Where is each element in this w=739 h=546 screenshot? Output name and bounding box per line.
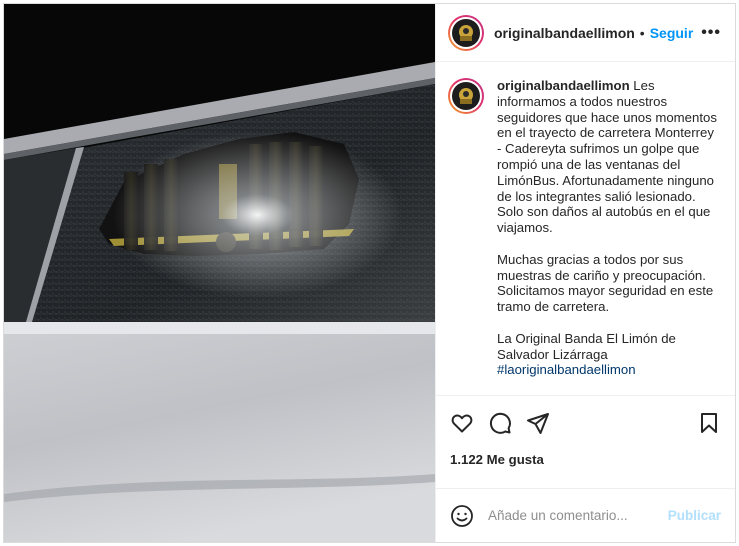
caption-body-1: Les informamos a todos nuestros seguidor… xyxy=(497,78,721,236)
caption-avatar[interactable] xyxy=(448,78,484,114)
caption-paragraph-3: La Original Banda El Limón de Salvador L… xyxy=(497,331,721,378)
caption-username[interactable]: originalbandaellimon xyxy=(497,78,630,93)
caption-paragraph-2b: Solicitamos mayor seguridad en este tram… xyxy=(497,283,721,315)
caption-body-2a: Muchas gracias a todos por sus muestras … xyxy=(497,251,706,283)
caption-paragraph-1: originalbandaellimon Les informamos a to… xyxy=(497,78,721,236)
action-icons-row xyxy=(450,408,721,438)
paper-plane-icon[interactable] xyxy=(526,411,550,435)
comment-bar: Publicar xyxy=(436,488,735,542)
post-sidebar: originalbandaellimon • Seguir ••• origin… xyxy=(435,4,735,542)
hashtag-link[interactable]: #laoriginalbandaellimon xyxy=(497,362,636,377)
more-options-icon[interactable]: ••• xyxy=(701,24,721,42)
likes-count[interactable]: 1.122 Me gusta xyxy=(450,452,721,467)
caption-body-2b: Solicitamos mayor seguridad en este tram… xyxy=(497,283,717,315)
caption-paragraph-2: Muchas gracias a todos por sus muestras … xyxy=(497,252,721,284)
post-photo[interactable] xyxy=(4,4,435,542)
band-logo-avatar-icon xyxy=(450,80,482,112)
comment-bubble-icon[interactable] xyxy=(488,411,512,435)
comment-input[interactable] xyxy=(488,508,668,523)
header-username[interactable]: originalbandaellimon xyxy=(494,25,635,41)
caption-text: originalbandaellimon Les informamos a to… xyxy=(497,78,721,395)
post-header: originalbandaellimon • Seguir ••• xyxy=(436,4,735,62)
photo-smashed-car-window xyxy=(4,4,435,542)
post-actions: 1.122 Me gusta xyxy=(436,395,735,467)
heart-icon[interactable] xyxy=(450,411,474,435)
instagram-post-modal: originalbandaellimon • Seguir ••• origin… xyxy=(3,3,736,543)
caption-section: originalbandaellimon Les informamos a to… xyxy=(436,63,735,395)
bookmark-icon[interactable] xyxy=(697,411,721,435)
band-logo-avatar-icon xyxy=(450,16,482,49)
publish-button[interactable]: Publicar xyxy=(668,508,721,523)
caption-body-3: La Original Banda El Limón de Salvador L… xyxy=(497,330,680,362)
follow-button[interactable]: Seguir xyxy=(650,25,694,41)
separator-dot: • xyxy=(639,24,645,41)
avatar[interactable] xyxy=(448,14,484,51)
smiley-icon[interactable] xyxy=(450,504,474,528)
